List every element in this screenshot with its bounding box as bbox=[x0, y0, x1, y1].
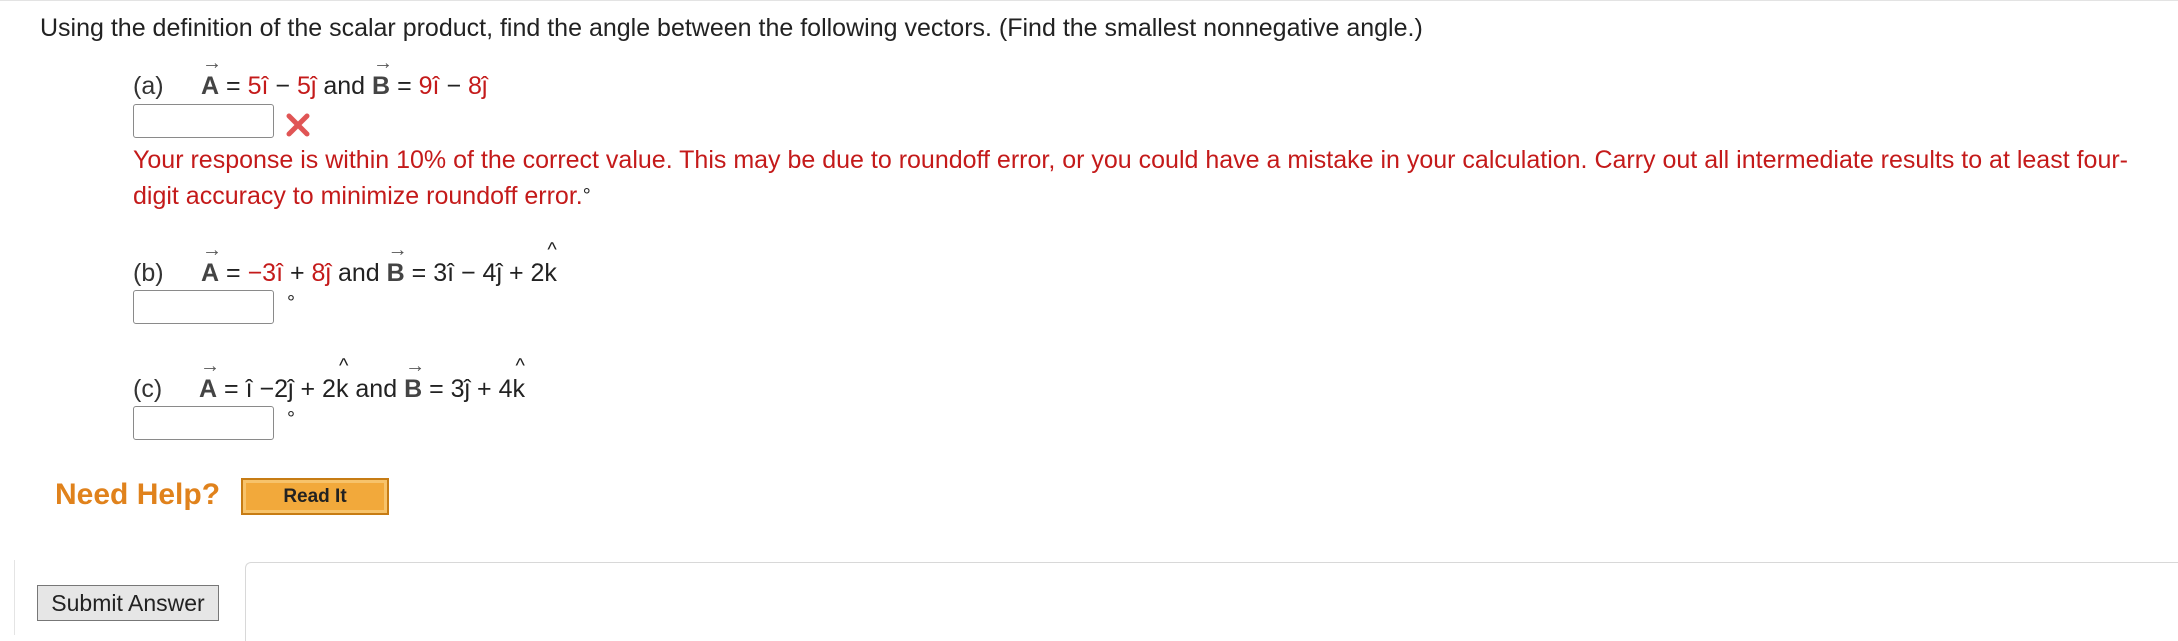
k-hat-symbol: ^ k bbox=[335, 355, 349, 403]
part-c-answer-input[interactable] bbox=[133, 406, 274, 440]
arrow-icon: → bbox=[373, 52, 394, 74]
vector-a-symbol: → A bbox=[201, 239, 222, 287]
arrow-icon: → bbox=[405, 355, 426, 377]
part-c-expression: → A = î −2ĵ + 2 ^ k and → B = 3ĵ + 4 ^ k bbox=[199, 355, 526, 403]
vector-a-symbol: → A bbox=[199, 355, 220, 403]
part-a-expression: → A = 5î − 5ĵ and → B = 9î − 8ĵ bbox=[201, 52, 488, 100]
vector-a-symbol: → A bbox=[201, 52, 222, 100]
part-b-expression: → A = −3î + 8ĵ and → B = 3î − 4ĵ + 2 ^ k bbox=[201, 239, 557, 287]
vector-b-symbol: → B bbox=[386, 239, 408, 287]
x-mark-icon bbox=[286, 113, 310, 137]
degree-unit: ° bbox=[287, 408, 295, 430]
vector-a-components: î −2ĵ + 2 bbox=[245, 375, 336, 403]
a-x-component: 5î bbox=[247, 72, 269, 100]
top-border bbox=[0, 0, 2178, 5]
b-y-component: 8ĵ bbox=[468, 72, 488, 100]
part-a-feedback: Your response is within 10% of the corre… bbox=[133, 146, 2129, 210]
vector-b-components: 3î − 4ĵ + 2 bbox=[433, 259, 545, 287]
a-y-component: 5ĵ bbox=[296, 72, 317, 100]
vector-b-symbol: → B bbox=[404, 355, 426, 403]
part-c-label: (c) bbox=[133, 375, 163, 403]
read-it-button[interactable]: Read It bbox=[241, 478, 389, 515]
k-hat-symbol: ^ k bbox=[544, 239, 557, 287]
part-a-answer-input[interactable] bbox=[133, 104, 274, 138]
arrow-icon: → bbox=[202, 52, 222, 74]
part-b-answer-input[interactable] bbox=[133, 290, 274, 324]
question-text: Using the definition of the scalar produ… bbox=[40, 14, 1423, 42]
divider bbox=[14, 560, 15, 635]
need-help-label: Need Help? bbox=[55, 478, 221, 511]
part-b-label: (b) bbox=[133, 259, 164, 287]
arrow-icon: → bbox=[202, 239, 222, 261]
panel-border bbox=[245, 562, 2178, 641]
submit-answer-button[interactable]: Submit Answer bbox=[37, 585, 219, 621]
arrow-icon: → bbox=[387, 239, 408, 261]
a-x-component: −3î bbox=[247, 259, 284, 287]
degree-unit: ° bbox=[287, 292, 295, 314]
vector-b-components: 3ĵ + 4 bbox=[450, 375, 513, 403]
arrow-icon: → bbox=[200, 355, 220, 377]
vector-b-symbol: → B bbox=[372, 52, 394, 100]
a-y-component: 8ĵ bbox=[311, 259, 332, 287]
b-x-component: 9î bbox=[418, 72, 440, 100]
k-hat-symbol: ^ k bbox=[512, 355, 526, 403]
part-a-label: (a) bbox=[133, 72, 164, 100]
